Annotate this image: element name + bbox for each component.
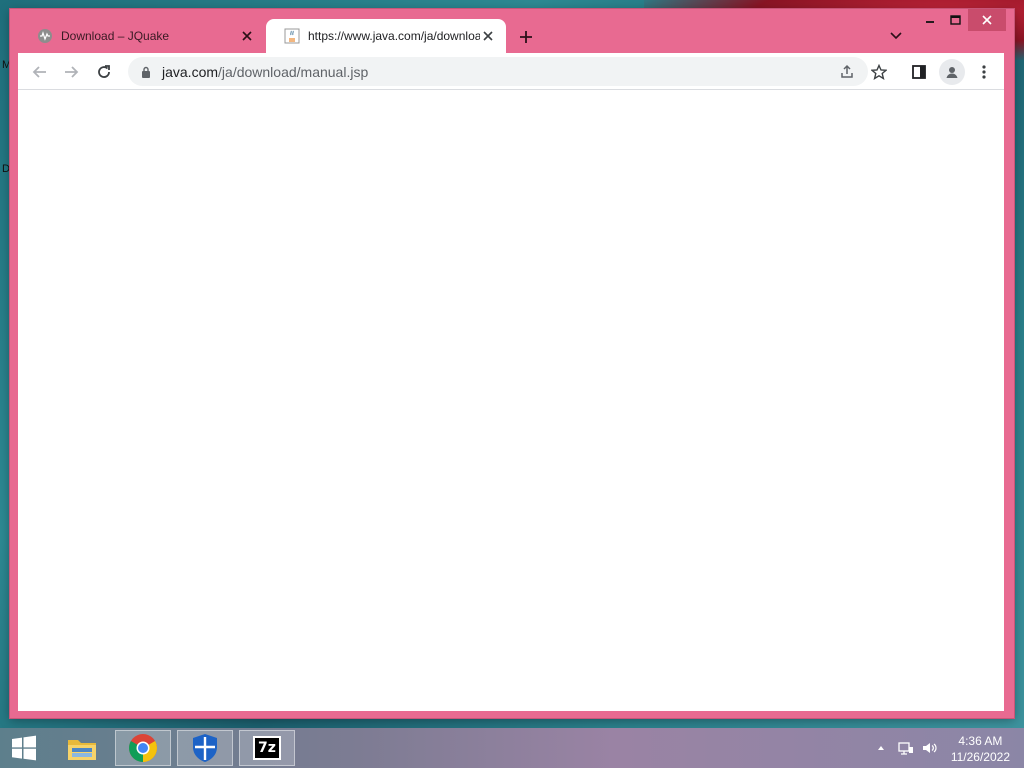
system-clock[interactable]: 4:36 AM 11/26/2022 <box>951 733 1010 765</box>
tab-jquake[interactable]: Download – JQuake <box>19 19 265 53</box>
shield-icon <box>193 734 217 762</box>
reload-icon <box>98 65 110 78</box>
page-content <box>18 90 1004 711</box>
network-icon <box>898 742 913 755</box>
chrome-taskbar-button[interactable] <box>115 730 171 766</box>
7zip-label: 7z <box>258 740 276 756</box>
plus-icon <box>520 31 532 43</box>
tab-strip: Download – JQuake https://www.java.com/j… <box>10 9 1014 53</box>
defender-taskbar-button[interactable] <box>177 730 233 766</box>
browser-toolbar: java.com/ja/download/manual.jsp <box>18 53 1004 90</box>
lock-icon[interactable] <box>138 66 154 78</box>
java-favicon-icon <box>284 28 300 44</box>
forward-button[interactable] <box>58 59 84 85</box>
avatar-icon <box>946 67 958 78</box>
clock-date: 11/26/2022 <box>950 750 1010 764</box>
chevron-up-icon <box>878 746 884 750</box>
start-button[interactable] <box>0 730 48 766</box>
url-path: /ja/download/manual.jsp <box>218 63 369 80</box>
side-panel-icon <box>912 65 926 79</box>
side-panel-button[interactable] <box>906 59 932 85</box>
close-tab-icon[interactable] <box>239 28 255 44</box>
close-tab-icon[interactable] <box>480 28 496 44</box>
tab-title: https://www.java.com/ja/downloa <box>308 29 480 43</box>
url-text: java.com/ja/download/manual.jsp <box>162 64 368 80</box>
tab-java-download[interactable]: https://www.java.com/ja/downloa <box>266 19 506 53</box>
arrow-right-icon <box>65 66 79 78</box>
profile-button[interactable] <box>939 59 965 85</box>
url-host: java.com <box>162 63 219 80</box>
taskbar: 7z 4:36 AM 11/26/2022 <box>0 728 1024 768</box>
star-icon <box>871 64 887 80</box>
chevron-down-icon <box>890 32 902 40</box>
jquake-favicon-icon <box>37 28 53 44</box>
reload-button[interactable] <box>91 59 117 85</box>
address-bar[interactable]: java.com/ja/download/manual.jsp <box>128 57 868 86</box>
speaker-icon <box>923 743 937 753</box>
close-icon <box>982 15 992 25</box>
minimize-icon <box>926 21 934 23</box>
7zip-taskbar-button[interactable]: 7z <box>239 730 295 766</box>
chrome-icon <box>129 734 157 762</box>
tab-title: Download – JQuake <box>61 29 170 43</box>
network-tray-icon[interactable] <box>898 740 914 756</box>
volume-tray-icon[interactable] <box>922 740 938 756</box>
desktop-icon-label-d[interactable]: D <box>2 163 10 175</box>
menu-button[interactable] <box>971 59 997 85</box>
minimize-button[interactable] <box>917 9 943 31</box>
bookmark-button[interactable] <box>866 59 892 85</box>
kebab-menu-icon <box>982 65 986 79</box>
new-tab-button[interactable] <box>515 26 537 48</box>
arrow-left-icon <box>32 66 46 78</box>
file-explorer-button[interactable] <box>54 730 110 766</box>
show-hidden-icons-button[interactable] <box>873 740 889 756</box>
share-icon <box>841 64 853 78</box>
7zip-icon: 7z <box>253 736 281 760</box>
close-window-button[interactable] <box>968 9 1006 31</box>
maximize-button[interactable] <box>942 9 968 31</box>
tab-search-button[interactable] <box>888 28 904 44</box>
browser-window: Download – JQuake https://www.java.com/j… <box>10 9 1014 718</box>
back-button[interactable] <box>27 59 53 85</box>
folder-icon <box>68 740 96 760</box>
maximize-icon <box>949 15 961 25</box>
clock-time: 4:36 AM <box>958 734 1003 748</box>
windows-logo-icon <box>12 735 36 761</box>
share-button[interactable] <box>834 59 860 85</box>
